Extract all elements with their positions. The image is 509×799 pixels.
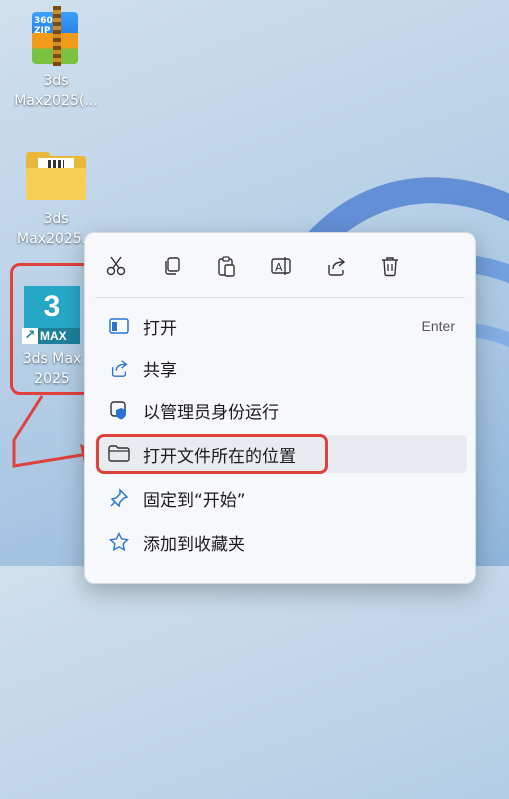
share-button[interactable] (319, 249, 353, 283)
copy-icon (165, 257, 180, 275)
svg-text:A: A (275, 261, 283, 274)
delete-icon (382, 257, 398, 277)
share-icon (105, 354, 133, 382)
menu-item-add-to-favorites[interactable]: 添加到收藏夹 (95, 523, 467, 561)
paste-button[interactable] (209, 249, 243, 283)
menu-item-open[interactable]: 打开 Enter (95, 307, 467, 345)
pin-icon (105, 484, 133, 512)
zip-brand-text: 360 ZIP (34, 16, 53, 36)
zip-archive-icon: 360 ZIP (28, 6, 84, 70)
menu-item-shortcut: Enter (421, 318, 455, 334)
cut-icon (106, 256, 126, 276)
share-icon (328, 257, 346, 276)
rename-icon: A (271, 257, 291, 275)
menu-item-share[interactable]: 共享 (95, 349, 467, 387)
desktop-icon-zip-archive[interactable]: 360 ZIP 3ds Max2025(... (6, 6, 106, 110)
desktop-icon-label: Max2025(... (14, 93, 98, 109)
menu-item-label: 打开 (143, 318, 177, 339)
folder-icon (26, 152, 86, 200)
menu-item-label: 以管理员身份运行 (143, 402, 279, 423)
icon-highlight-annotation (10, 263, 92, 395)
delete-button[interactable] (373, 249, 407, 283)
paste-icon (218, 256, 235, 277)
menu-item-label: 共享 (143, 360, 177, 381)
menu-item-label: 添加到收藏夹 (143, 534, 245, 555)
desktop-icon-label: 3ds (43, 211, 69, 227)
admin-shield-icon (105, 396, 133, 424)
menu-item-label: 固定到“开始” (143, 490, 246, 511)
context-menu-toolbar: A (85, 243, 475, 287)
star-icon (105, 528, 133, 556)
context-menu: A 打开 Enter 共享 以管理员身份运行 打开文件所在的位置 固定到“开始”… (84, 232, 476, 584)
desktop-icon-label: 3ds (43, 73, 69, 89)
open-app-icon (105, 312, 133, 340)
menu-separator (95, 297, 465, 298)
menu-item-highlight-annotation (96, 434, 328, 474)
copy-button[interactable] (155, 249, 189, 283)
menu-item-pin-to-start[interactable]: 固定到“开始” (95, 479, 467, 517)
cut-button[interactable] (99, 249, 133, 283)
rename-button[interactable]: A (265, 249, 299, 283)
menu-item-run-as-admin[interactable]: 以管理员身份运行 (95, 391, 467, 429)
